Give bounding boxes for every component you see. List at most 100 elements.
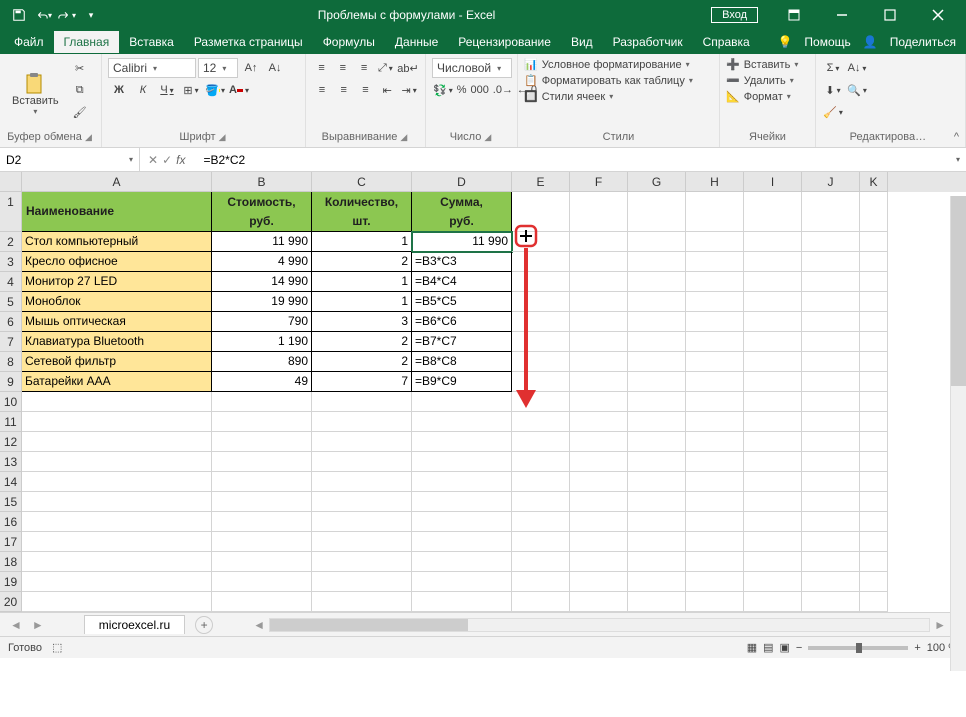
cell[interactable] xyxy=(628,232,686,252)
cell[interactable] xyxy=(212,452,312,472)
cell[interactable] xyxy=(628,532,686,552)
cell[interactable] xyxy=(802,352,860,372)
delete-cells-button[interactable]: ➖ Удалить ▾ xyxy=(726,74,798,87)
cell[interactable] xyxy=(744,272,802,292)
cancel-formula-icon[interactable]: ✕ xyxy=(148,153,158,167)
cell[interactable] xyxy=(802,272,860,292)
cell[interactable] xyxy=(570,432,628,452)
cell[interactable] xyxy=(628,372,686,392)
cell[interactable] xyxy=(570,252,628,272)
minimize-icon[interactable] xyxy=(822,4,862,26)
cell[interactable] xyxy=(212,572,312,592)
row-header[interactable]: 3 xyxy=(0,252,22,272)
cell[interactable]: Кресло офисное xyxy=(22,252,212,272)
cell[interactable]: =B8*C8 xyxy=(412,352,512,372)
cell[interactable] xyxy=(744,372,802,392)
cell[interactable] xyxy=(744,192,802,232)
tab-главная[interactable]: Главная xyxy=(54,31,120,53)
cell[interactable] xyxy=(628,332,686,352)
cell[interactable] xyxy=(744,312,802,332)
cell[interactable] xyxy=(570,492,628,512)
tab-данные[interactable]: Данные xyxy=(385,31,448,53)
cell[interactable]: 890 xyxy=(212,352,312,372)
cell[interactable] xyxy=(802,332,860,352)
zoom-slider[interactable] xyxy=(808,646,908,650)
sheet-tab[interactable]: microexcel.ru xyxy=(84,615,185,634)
cell[interactable] xyxy=(860,512,888,532)
row-header[interactable]: 1 xyxy=(0,192,22,232)
expand-formula-bar-icon[interactable]: ▾ xyxy=(956,155,966,164)
formula-input[interactable]: =B2*C2 xyxy=(199,153,956,167)
decrease-font-icon[interactable]: A↓ xyxy=(264,58,286,78)
cell[interactable]: Стоимость,руб. xyxy=(212,192,312,232)
cell[interactable] xyxy=(512,312,570,332)
cell[interactable] xyxy=(860,552,888,572)
cell[interactable]: 19 990 xyxy=(212,292,312,312)
cell[interactable] xyxy=(802,432,860,452)
cell[interactable]: =B7*C7 xyxy=(412,332,512,352)
paste-button[interactable]: Вставить▾ xyxy=(6,58,65,129)
format-cells-button[interactable]: 📐 Формат ▾ xyxy=(726,90,798,103)
cell[interactable] xyxy=(802,492,860,512)
cell[interactable] xyxy=(570,512,628,532)
cell[interactable] xyxy=(512,292,570,312)
cell[interactable] xyxy=(512,492,570,512)
add-sheet-button[interactable]: + xyxy=(195,616,213,634)
cell[interactable]: 2 xyxy=(312,332,412,352)
increase-decimal-icon[interactable]: .0→ xyxy=(492,80,514,100)
cell[interactable] xyxy=(212,412,312,432)
column-header[interactable]: H xyxy=(686,172,744,192)
cell[interactable] xyxy=(312,512,412,532)
cell[interactable] xyxy=(628,472,686,492)
font-name-combo[interactable]: Calibri▾ xyxy=(108,58,196,78)
format-table-button[interactable]: 📋 Форматировать как таблицу ▾ xyxy=(524,74,693,87)
close-icon[interactable] xyxy=(918,4,958,26)
cell[interactable] xyxy=(860,492,888,512)
increase-font-icon[interactable]: A↑ xyxy=(240,58,262,78)
share-link[interactable]: Поделиться xyxy=(890,35,956,49)
cell[interactable] xyxy=(802,392,860,412)
copy-icon[interactable]: ⧉ xyxy=(69,80,91,100)
column-header[interactable]: F xyxy=(570,172,628,192)
currency-icon[interactable]: 💱 xyxy=(432,80,454,100)
cell[interactable] xyxy=(744,532,802,552)
align-bottom-icon[interactable]: ≡ xyxy=(355,58,374,78)
cell[interactable] xyxy=(686,192,744,232)
align-top-icon[interactable]: ≡ xyxy=(312,58,331,78)
cell[interactable] xyxy=(628,412,686,432)
cell[interactable] xyxy=(570,272,628,292)
cell[interactable] xyxy=(628,432,686,452)
cell[interactable] xyxy=(212,512,312,532)
cell[interactable] xyxy=(744,552,802,572)
row-header[interactable]: 19 xyxy=(0,572,22,592)
cell[interactable] xyxy=(570,412,628,432)
vertical-scrollbar[interactable] xyxy=(950,196,966,671)
tab-файл[interactable]: Файл xyxy=(4,31,54,53)
cell[interactable] xyxy=(22,552,212,572)
find-icon[interactable]: 🔍 xyxy=(846,80,868,100)
cell[interactable] xyxy=(512,552,570,572)
cell[interactable] xyxy=(686,352,744,372)
row-header[interactable]: 13 xyxy=(0,452,22,472)
cell[interactable] xyxy=(628,592,686,612)
column-header[interactable]: C xyxy=(312,172,412,192)
cell[interactable] xyxy=(686,512,744,532)
cell[interactable] xyxy=(570,592,628,612)
row-header[interactable]: 5 xyxy=(0,292,22,312)
cell[interactable] xyxy=(802,552,860,572)
login-button[interactable]: Вход xyxy=(711,7,758,23)
cell[interactable]: =B9*C9 xyxy=(412,372,512,392)
row-header[interactable]: 11 xyxy=(0,412,22,432)
cell[interactable] xyxy=(744,472,802,492)
cell[interactable] xyxy=(212,432,312,452)
cell[interactable] xyxy=(22,432,212,452)
cell[interactable] xyxy=(628,292,686,312)
cell[interactable]: Количество,шт. xyxy=(312,192,412,232)
cell[interactable] xyxy=(312,592,412,612)
number-format-combo[interactable]: Числовой▾ xyxy=(432,58,512,78)
cell-styles-button[interactable]: 🔲 Стили ячеек ▾ xyxy=(524,90,693,103)
cell[interactable] xyxy=(412,552,512,572)
qat-customize-icon[interactable]: ▾ xyxy=(80,4,102,26)
cell[interactable] xyxy=(22,472,212,492)
cell[interactable] xyxy=(312,532,412,552)
